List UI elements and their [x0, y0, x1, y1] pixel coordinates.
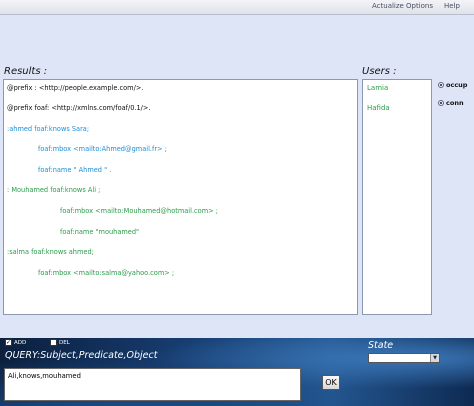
query-label: QUERY:Subject,Predicate,Object	[5, 350, 158, 361]
del-option[interactable]: DEL	[50, 339, 70, 346]
del-label: DEL	[59, 339, 70, 346]
result-line: foaf:name "mouhamed"	[60, 228, 140, 236]
menu-actualize[interactable]: Actualize	[372, 2, 404, 10]
chevron-down-icon[interactable]: ▼	[430, 354, 439, 362]
results-label: Results :	[4, 66, 48, 77]
state-dropdown[interactable]: ▼	[368, 353, 440, 363]
results-panel[interactable]: @prefix : <http://people.example.com/>. …	[3, 79, 358, 315]
status-conn-option[interactable]: conn	[438, 99, 464, 107]
status-occup-option[interactable]: occup	[438, 81, 467, 89]
menu-help[interactable]: Help	[444, 2, 460, 10]
result-line: @prefix : <http://people.example.com/>.	[7, 84, 144, 92]
add-label: ADD	[14, 339, 27, 346]
status-occup-label: occup	[446, 81, 468, 89]
radio-occup[interactable]	[438, 82, 444, 88]
ok-button[interactable]: OK	[322, 375, 340, 390]
add-checkbox[interactable]: ✓	[5, 339, 12, 346]
result-line: :ahmed foaf:knows Sara;	[7, 125, 90, 133]
menu-bar: Actualize Options Help	[0, 0, 474, 15]
status-conn-label: conn	[446, 99, 464, 107]
query-input[interactable]: Ali,knows,mouhamed	[4, 368, 301, 401]
users-panel[interactable]: Lamia Hafida	[362, 79, 432, 315]
state-label: State	[368, 340, 394, 351]
result-line: foaf:name " Ahmed " .	[38, 166, 112, 174]
user-item-lamia[interactable]: Lamia	[367, 84, 388, 92]
users-label: Users :	[362, 66, 397, 77]
user-item-hafida[interactable]: Hafida	[367, 104, 390, 112]
result-line: :salma foaf:knows ahmed;	[7, 248, 94, 256]
query-panel: ✓ ADD DEL QUERY:Subject,Predicate,Object…	[0, 338, 474, 406]
result-line: @prefix foaf: <http://xmlns.com/foaf/0.1…	[7, 104, 151, 112]
result-line: foaf:mbox <mailto:Ahmed@gmail.fr> ;	[38, 145, 167, 153]
result-line: foaf:mbox <mailto:salma@yahoo.com> ;	[38, 269, 175, 277]
result-line: : Mouhamed foaf:knows Ali ;	[7, 186, 101, 194]
menu-options[interactable]: Options	[406, 2, 433, 10]
radio-conn[interactable]	[438, 100, 444, 106]
del-checkbox[interactable]	[50, 339, 57, 346]
add-option[interactable]: ✓ ADD	[5, 339, 26, 346]
result-line: foaf:mbox <mailto:Mouhamed@hotmail.com> …	[60, 207, 218, 215]
